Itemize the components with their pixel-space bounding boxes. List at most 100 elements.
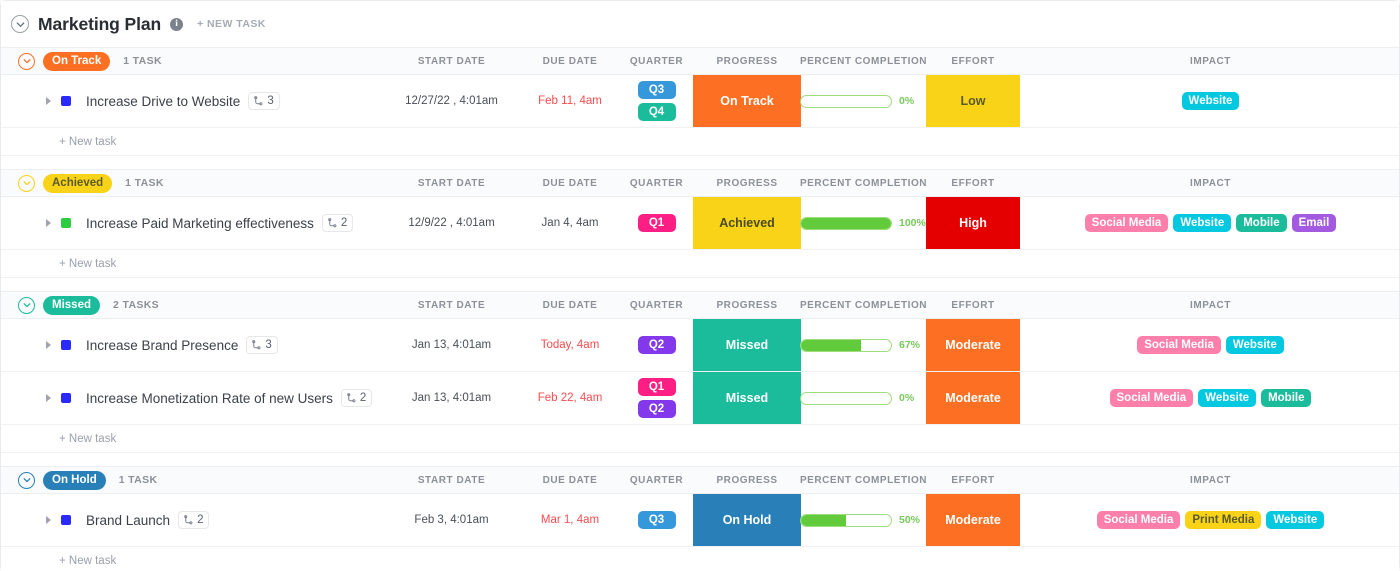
- progress-cell[interactable]: Missed: [693, 372, 801, 424]
- impact-tag[interactable]: Social Media: [1096, 511, 1181, 529]
- chevron-down-circle-icon[interactable]: [18, 52, 35, 70]
- effort-cell[interactable]: Moderate: [926, 372, 1020, 424]
- start-date-cell[interactable]: 12/27/22 , 4:01am: [383, 75, 520, 127]
- task-title[interactable]: Brand Launch: [86, 513, 170, 528]
- task-name-cell[interactable]: Increase Paid Marketing effectiveness 2: [1, 197, 383, 249]
- effort-cell[interactable]: Low: [926, 75, 1020, 127]
- impact-cell[interactable]: Social Media Website Mobile: [1020, 372, 1400, 424]
- percent-completion-cell[interactable]: 0%: [800, 372, 926, 424]
- effort-cell[interactable]: Moderate: [926, 494, 1020, 546]
- table-row[interactable]: Increase Brand Presence 3 Jan 13, 4:01am To…: [1, 319, 1399, 372]
- quarter-tag[interactable]: Q2: [637, 336, 676, 354]
- impact-tag[interactable]: Website: [1198, 389, 1257, 407]
- quarter-tag[interactable]: Q2: [637, 400, 676, 418]
- effort-value[interactable]: Moderate: [926, 372, 1020, 424]
- status-badge[interactable]: On Track: [43, 51, 111, 71]
- percent-completion-cell[interactable]: 50%: [800, 494, 926, 546]
- due-date-cell[interactable]: Feb 22, 4am: [520, 372, 620, 424]
- task-name-cell[interactable]: Increase Brand Presence 3: [1, 319, 383, 371]
- expand-caret-icon[interactable]: [46, 219, 51, 227]
- effort-value[interactable]: Moderate: [926, 319, 1020, 371]
- start-date-cell[interactable]: Jan 13, 4:01am: [383, 319, 520, 371]
- effort-cell[interactable]: Moderate: [926, 319, 1020, 371]
- impact-tag[interactable]: Mobile: [1261, 389, 1312, 407]
- progress-status[interactable]: On Track: [693, 75, 801, 127]
- table-row[interactable]: Increase Monetization Rate of new Users 2…: [1, 372, 1399, 425]
- quarter-cell[interactable]: Q1 Q2: [620, 372, 693, 424]
- quarter-tag[interactable]: Q1: [637, 378, 676, 396]
- table-row[interactable]: Brand Launch 2 Feb 3, 4:01am Mar 1, 4am Q3 On…: [1, 494, 1399, 547]
- quarter-tag[interactable]: Q3: [637, 511, 676, 529]
- info-icon[interactable]: i: [170, 17, 184, 31]
- add-new-task-label[interactable]: + New task: [59, 555, 116, 567]
- progress-status[interactable]: Achieved: [693, 197, 801, 249]
- impact-cell[interactable]: Social Media Website: [1020, 319, 1400, 371]
- task-name-cell[interactable]: Increase Drive to Website 3: [1, 75, 383, 127]
- start-date-cell[interactable]: Jan 13, 4:01am: [383, 372, 520, 424]
- effort-value[interactable]: High: [926, 197, 1020, 249]
- impact-tag[interactable]: Social Media: [1137, 336, 1221, 354]
- expand-caret-icon[interactable]: [46, 97, 51, 105]
- effort-value[interactable]: Moderate: [926, 494, 1020, 546]
- impact-tag[interactable]: Website: [1266, 511, 1325, 529]
- chevron-down-circle-icon[interactable]: [18, 174, 35, 192]
- quarter-cell[interactable]: Q3: [620, 494, 693, 546]
- add-new-task-label[interactable]: + New task: [59, 433, 116, 445]
- chevron-down-circle-icon[interactable]: [18, 471, 35, 489]
- add-new-task-label[interactable]: + New task: [59, 258, 116, 270]
- percent-completion-cell[interactable]: 0%: [800, 75, 926, 127]
- quarter-tag[interactable]: Q3: [637, 81, 676, 99]
- impact-tag[interactable]: Website: [1173, 214, 1232, 232]
- table-row[interactable]: Increase Paid Marketing effectiveness 2 12…: [1, 197, 1399, 250]
- task-title[interactable]: Increase Drive to Website: [86, 94, 240, 109]
- status-badge[interactable]: Missed: [43, 295, 100, 315]
- add-new-task-row[interactable]: + New task: [1, 250, 1399, 278]
- new-task-button[interactable]: + NEW TASK: [197, 18, 266, 30]
- subtask-count-chip[interactable]: 3: [248, 92, 280, 110]
- task-title[interactable]: Increase Brand Presence: [86, 338, 238, 353]
- impact-tag[interactable]: Website: [1181, 92, 1240, 110]
- progress-cell[interactable]: On Hold: [693, 494, 801, 546]
- task-name-cell[interactable]: Increase Monetization Rate of new Users 2: [1, 372, 383, 424]
- impact-cell[interactable]: Social Media Print Media Website: [1020, 494, 1400, 546]
- progress-cell[interactable]: On Track: [693, 75, 801, 127]
- effort-cell[interactable]: High: [926, 197, 1020, 249]
- start-date-cell[interactable]: 12/9/22 , 4:01am: [383, 197, 520, 249]
- chevron-down-circle-icon[interactable]: [11, 15, 29, 33]
- quarter-cell[interactable]: Q1: [620, 197, 693, 249]
- percent-completion-cell[interactable]: 67%: [800, 319, 926, 371]
- add-new-task-row[interactable]: + New task: [1, 425, 1399, 453]
- expand-caret-icon[interactable]: [46, 394, 51, 402]
- status-badge[interactable]: Achieved: [43, 173, 113, 193]
- table-row[interactable]: Increase Drive to Website 3 12/27/22 , 4:0…: [1, 75, 1399, 128]
- progress-cell[interactable]: Missed: [693, 319, 801, 371]
- percent-completion-cell[interactable]: 100%: [800, 197, 926, 249]
- expand-caret-icon[interactable]: [46, 516, 51, 524]
- impact-cell[interactable]: Website: [1020, 75, 1400, 127]
- quarter-cell[interactable]: Q3 Q4: [620, 75, 693, 127]
- subtask-count-chip[interactable]: 2: [178, 511, 210, 529]
- chevron-down-circle-icon[interactable]: [18, 296, 35, 314]
- add-new-task-row[interactable]: + New task: [1, 547, 1399, 571]
- quarter-tag[interactable]: Q1: [637, 214, 676, 232]
- impact-tag[interactable]: Print Media: [1185, 511, 1262, 529]
- subtask-count-chip[interactable]: 2: [321, 214, 354, 232]
- due-date-cell[interactable]: Feb 11, 4am: [520, 75, 620, 127]
- task-title[interactable]: Increase Monetization Rate of new Users: [86, 391, 333, 406]
- progress-status[interactable]: Missed: [693, 319, 801, 371]
- effort-value[interactable]: Low: [926, 75, 1020, 127]
- subtask-count-chip[interactable]: 3: [246, 336, 278, 354]
- impact-cell[interactable]: Social Media Website Mobile Email: [1020, 197, 1400, 249]
- quarter-tag[interactable]: Q4: [637, 103, 676, 121]
- impact-tag[interactable]: Website: [1225, 336, 1284, 354]
- task-title[interactable]: Increase Paid Marketing effectiveness: [86, 216, 314, 231]
- due-date-cell[interactable]: Jan 4, 4am: [520, 197, 620, 249]
- impact-tag[interactable]: Email: [1291, 214, 1337, 232]
- due-date-cell[interactable]: Mar 1, 4am: [520, 494, 620, 546]
- add-new-task-row[interactable]: + New task: [1, 128, 1399, 156]
- due-date-cell[interactable]: Today, 4am: [520, 319, 620, 371]
- impact-tag[interactable]: Social Media: [1109, 389, 1194, 407]
- add-new-task-label[interactable]: + New task: [59, 136, 116, 148]
- task-name-cell[interactable]: Brand Launch 2: [1, 494, 383, 546]
- start-date-cell[interactable]: Feb 3, 4:01am: [383, 494, 520, 546]
